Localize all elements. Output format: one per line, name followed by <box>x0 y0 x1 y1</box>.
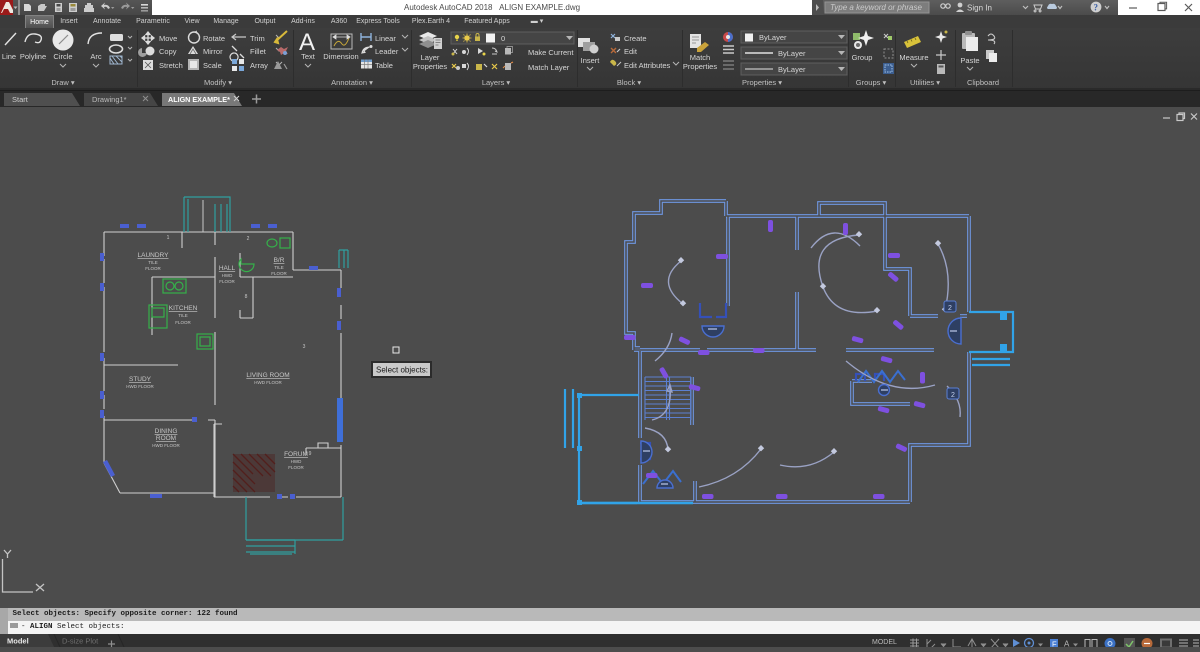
svg-text:Polyline: Polyline <box>20 52 46 61</box>
svg-text:Layer: Layer <box>421 53 440 62</box>
svg-text:MODEL: MODEL <box>872 639 897 646</box>
svg-text:FLOOR: FLOOR <box>175 320 191 325</box>
svg-text:Select objects:: Select objects: <box>376 366 428 375</box>
svg-text:LIVING ROOM: LIVING ROOM <box>246 372 289 379</box>
svg-text:Properties: Properties <box>413 62 447 71</box>
svg-text:Annotation ▾: Annotation ▾ <box>331 78 373 87</box>
svg-text:FLOOR: FLOOR <box>271 271 287 276</box>
svg-text:Modify ▾: Modify ▾ <box>204 78 232 87</box>
svg-text:ByLayer: ByLayer <box>778 49 806 58</box>
svg-text:Scale: Scale <box>203 61 222 70</box>
svg-text:Type a keyword or phrase: Type a keyword or phrase <box>830 3 922 12</box>
svg-text:B/R: B/R <box>274 257 285 264</box>
svg-text:HWD: HWD <box>291 459 302 464</box>
svg-text:HWD FLOOR: HWD FLOOR <box>254 380 282 385</box>
svg-text:Insert: Insert <box>581 56 601 65</box>
svg-text:Block ▾: Block ▾ <box>617 78 641 87</box>
svg-text:Dimension: Dimension <box>323 52 358 61</box>
svg-text:Array: Array <box>250 61 268 70</box>
svg-text:Measure: Measure <box>899 53 928 62</box>
svg-text:Table: Table <box>375 61 393 70</box>
svg-text:Edit: Edit <box>624 47 638 56</box>
svg-text:Group: Group <box>852 53 873 62</box>
svg-text:FLOOR: FLOOR <box>145 266 161 271</box>
svg-text:ByLayer: ByLayer <box>778 65 806 74</box>
svg-text:Linear: Linear <box>375 34 396 43</box>
svg-text:ROOM: ROOM <box>156 435 176 442</box>
svg-text:HWD: HWD <box>222 273 233 278</box>
svg-text:Utilities ▾: Utilities ▾ <box>910 78 940 87</box>
svg-text:Drawing1*: Drawing1* <box>92 95 127 104</box>
svg-text:Leader: Leader <box>375 47 399 56</box>
svg-text:Groups ▾: Groups ▾ <box>856 78 887 87</box>
svg-text:TILE: TILE <box>148 260 158 265</box>
svg-text:D-size Plot: D-size Plot <box>62 637 99 646</box>
svg-text:HWD FLOOR: HWD FLOOR <box>152 443 180 448</box>
svg-text:Arc: Arc <box>90 52 102 61</box>
svg-text:Circle: Circle <box>53 52 72 61</box>
svg-text:1: 1 <box>167 235 170 241</box>
svg-text:Properties ▾: Properties ▾ <box>742 78 782 87</box>
svg-text:Model: Model <box>7 637 29 646</box>
svg-text:FORUM: FORUM <box>284 451 308 458</box>
svg-text:2: 2 <box>951 392 955 399</box>
svg-text:Properties: Properties <box>683 62 717 71</box>
svg-text:F: F <box>1052 640 1057 648</box>
svg-text:Text: Text <box>301 52 316 61</box>
svg-text:Layers ▾: Layers ▾ <box>482 78 511 87</box>
svg-text:?: ? <box>1094 3 1099 13</box>
svg-text:FLOOR: FLOOR <box>288 465 304 470</box>
svg-text:Stretch: Stretch <box>159 61 183 70</box>
svg-text:3: 3 <box>303 344 306 350</box>
svg-text:2: 2 <box>247 236 250 242</box>
svg-text:Draw ▾: Draw ▾ <box>51 78 75 87</box>
svg-text:STUDY: STUDY <box>129 376 152 383</box>
svg-text:Edit Attributes: Edit Attributes <box>624 61 671 70</box>
svg-text:Sign In: Sign In <box>967 4 992 13</box>
svg-text:ByLayer: ByLayer <box>759 33 787 42</box>
svg-text:DINING: DINING <box>155 428 178 435</box>
svg-text:8: 8 <box>245 294 248 300</box>
svg-text:Create: Create <box>624 34 647 43</box>
svg-text:9: 9 <box>309 451 312 457</box>
svg-text:Match: Match <box>690 53 710 62</box>
svg-text:A: A <box>1064 640 1070 648</box>
svg-text:Mirror: Mirror <box>203 47 223 56</box>
svg-text:HWD FLOOR: HWD FLOOR <box>126 384 154 389</box>
svg-text:TILE: TILE <box>178 313 188 318</box>
svg-text:TILE: TILE <box>274 265 284 270</box>
svg-text:KITCHEN: KITCHEN <box>169 305 198 312</box>
svg-text:LAUNDRY: LAUNDRY <box>138 252 170 259</box>
svg-text:Paste: Paste <box>960 56 979 65</box>
svg-text:Clipboard: Clipboard <box>967 78 999 87</box>
svg-text:Move: Move <box>159 34 177 43</box>
svg-text:Trim: Trim <box>250 34 265 43</box>
svg-text:2: 2 <box>948 305 952 312</box>
svg-text:HALL: HALL <box>219 265 236 272</box>
svg-text:0: 0 <box>501 34 505 43</box>
svg-text:Fillet: Fillet <box>250 47 267 56</box>
svg-text:Match Layer: Match Layer <box>528 63 570 72</box>
svg-text:Start: Start <box>12 95 29 104</box>
svg-text:Rotate: Rotate <box>203 34 225 43</box>
svg-text:Line: Line <box>2 52 16 61</box>
svg-text:FLOOR: FLOOR <box>219 279 235 284</box>
svg-text:Copy: Copy <box>159 47 177 56</box>
svg-text:ALIGN EXAMPLE*: ALIGN EXAMPLE* <box>168 95 230 104</box>
svg-text:Make Current: Make Current <box>528 48 574 57</box>
